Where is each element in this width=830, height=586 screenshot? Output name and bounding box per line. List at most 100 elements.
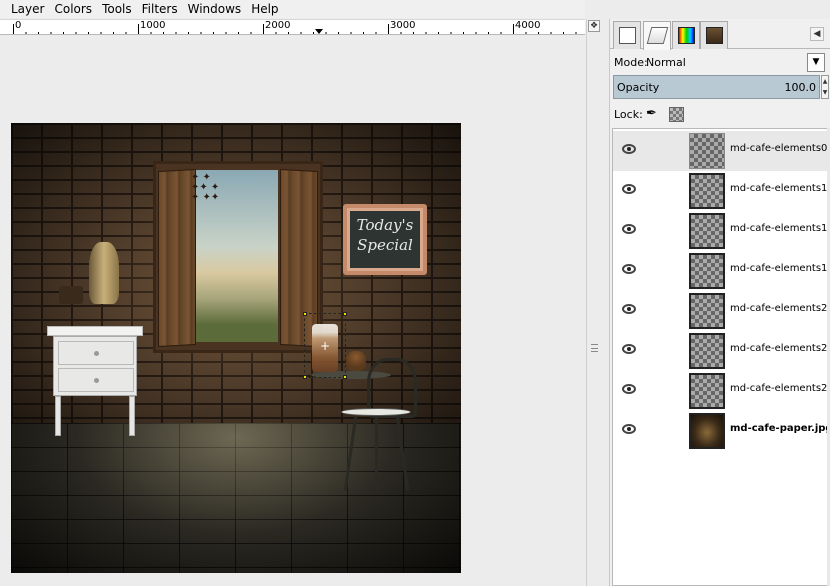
tab-channels[interactable]: [613, 21, 641, 49]
layer-name: md-cafe-elements25.p: [730, 383, 828, 394]
resize-handle[interactable]: [343, 312, 347, 316]
mode-label: Mode:: [614, 56, 648, 69]
eye-icon[interactable]: [622, 424, 636, 434]
tab-layers[interactable]: [643, 21, 671, 50]
eye-icon[interactable]: [622, 344, 636, 354]
cabinet-drawer: [58, 341, 134, 365]
layer-thumbnail: [689, 293, 725, 329]
eye-icon[interactable]: [622, 384, 636, 394]
cabinet-top: [47, 326, 143, 336]
layer-row[interactable]: md-cafe-elements16.p: [613, 171, 828, 211]
opacity-value[interactable]: 100.0: [785, 81, 817, 94]
chevron-down-icon[interactable]: ▼: [807, 53, 825, 72]
chalkboard-text: Today's Special: [350, 211, 420, 268]
layer-thumbnail: [689, 133, 725, 169]
opacity-spin-button[interactable]: ▲ ▼: [821, 75, 829, 99]
dock-separator[interactable]: [586, 19, 608, 586]
bistro-chair: [321, 358, 421, 493]
cupcake: [346, 351, 366, 371]
ruler-label-3000: 3000: [390, 20, 416, 31]
ruler-label-0: 0: [15, 20, 22, 31]
coffee-grinder: [59, 286, 83, 304]
chair-leg: [395, 416, 410, 491]
resize-handle[interactable]: [343, 375, 347, 379]
window: [153, 161, 323, 353]
lock-label: Lock:: [614, 108, 643, 121]
chair-leg: [375, 416, 378, 491]
opacity-label: Opacity: [617, 81, 660, 94]
menu-windows[interactable]: Windows: [183, 0, 247, 18]
resize-handle[interactable]: [303, 312, 307, 316]
drawer-knob: [94, 351, 99, 356]
layer-thumbnail: [689, 213, 725, 249]
menu-tools[interactable]: Tools: [97, 0, 137, 18]
tab-colors[interactable]: [672, 21, 700, 49]
eye-icon[interactable]: [622, 304, 636, 314]
cabinet-leg: [55, 396, 61, 436]
image-icon: [706, 27, 723, 44]
tab-image[interactable]: [700, 21, 728, 49]
layer-row[interactable]: md-cafe-elements19.p: [613, 251, 828, 291]
canvas-image[interactable]: ✦ ✦ ✦✦ ✦ ✦ ✦✦ Today's Special +: [11, 123, 461, 573]
ruler-ticks: [13, 24, 577, 34]
menu-filters[interactable]: Filters: [137, 0, 183, 18]
layer-thumbnail: [689, 373, 725, 409]
checkerboard-icon[interactable]: [669, 107, 684, 122]
horizontal-ruler[interactable]: 0 1000 2000 3000 4000: [0, 19, 585, 35]
layers-dock: ◀ Mode: Normal ▼ Opacity 100.0 ▲ ▼ Lock: …: [609, 19, 830, 586]
layer-name: md-cafe-elements17.p: [730, 223, 828, 234]
layer-row[interactable]: md-cafe-paper.jpg: [613, 411, 829, 451]
layer-thumbnail: [689, 173, 725, 209]
active-layer-boundary[interactable]: +: [303, 312, 347, 379]
ruler-label-1000: 1000: [140, 20, 166, 31]
pointer-position-marker: [315, 29, 323, 34]
opacity-slider[interactable]: Opacity 100.0: [613, 75, 820, 99]
chalkboard: Today's Special: [343, 204, 427, 275]
menu-layer[interactable]: Layer: [0, 0, 49, 18]
layer-name: md-cafe-elements26.p: [730, 343, 828, 354]
layers-list: md-cafe-elements08.p md-cafe-elements16.…: [612, 128, 829, 586]
mode-select[interactable]: Normal: [646, 56, 686, 69]
layer-name: md-cafe-elements16.p: [730, 183, 828, 194]
layer-thumbnail: [689, 333, 725, 369]
layer-row[interactable]: md-cafe-elements08.p: [613, 131, 828, 171]
layers-icon: [646, 27, 669, 44]
layer-row[interactable]: md-cafe-elements25.p: [613, 371, 828, 411]
eye-icon[interactable]: [622, 224, 636, 234]
paintbrush-icon[interactable]: ✒: [646, 106, 657, 122]
ruler-label-4000: 4000: [515, 20, 541, 31]
channels-icon: [619, 27, 636, 44]
layer-thumbnail: [689, 253, 725, 289]
layer-name: md-cafe-elements19.p: [730, 263, 828, 274]
menu-bar: Layer Colors Tools Filters Windows Help: [0, 0, 585, 18]
colors-icon: [678, 27, 695, 44]
move-crosshair-icon: +: [320, 339, 331, 353]
cabinet-drawer: [58, 368, 134, 392]
layer-name: md-cafe-paper.jpg: [730, 423, 829, 434]
layer-row[interactable]: md-cafe-elements17.p: [613, 211, 828, 251]
chair-leg: [343, 416, 358, 491]
drawer-knob: [94, 378, 99, 383]
layer-row[interactable]: md-cafe-elements26.p: [613, 331, 828, 371]
mode-row: Mode: Normal ▼: [612, 53, 827, 73]
layer-row[interactable]: md-cafe-elements27.p: [613, 291, 828, 331]
eye-icon[interactable]: [622, 184, 636, 194]
eye-icon[interactable]: [622, 264, 636, 274]
pane-grip-icon[interactable]: [591, 344, 598, 352]
resize-handle[interactable]: [303, 375, 307, 379]
cabinet-leg: [129, 396, 135, 436]
coffee-pot: [89, 242, 119, 304]
navigate-icon[interactable]: ❖: [588, 20, 600, 32]
panel-menu-button[interactable]: ◀: [810, 27, 824, 41]
butterflies-icon: ✦ ✦ ✦✦ ✦ ✦ ✦✦: [191, 172, 220, 203]
eye-icon[interactable]: [622, 144, 636, 154]
layer-name: md-cafe-elements08.p: [730, 143, 828, 154]
layer-name: md-cafe-elements27.p: [730, 303, 828, 314]
dock-tabs: ◀: [610, 19, 830, 50]
cabinet-body: [53, 336, 137, 396]
ruler-label-2000: 2000: [265, 20, 291, 31]
layer-thumbnail: [689, 413, 725, 449]
menu-colors[interactable]: Colors: [49, 0, 97, 18]
menu-help[interactable]: Help: [246, 0, 283, 18]
chair-seat: [341, 408, 411, 416]
